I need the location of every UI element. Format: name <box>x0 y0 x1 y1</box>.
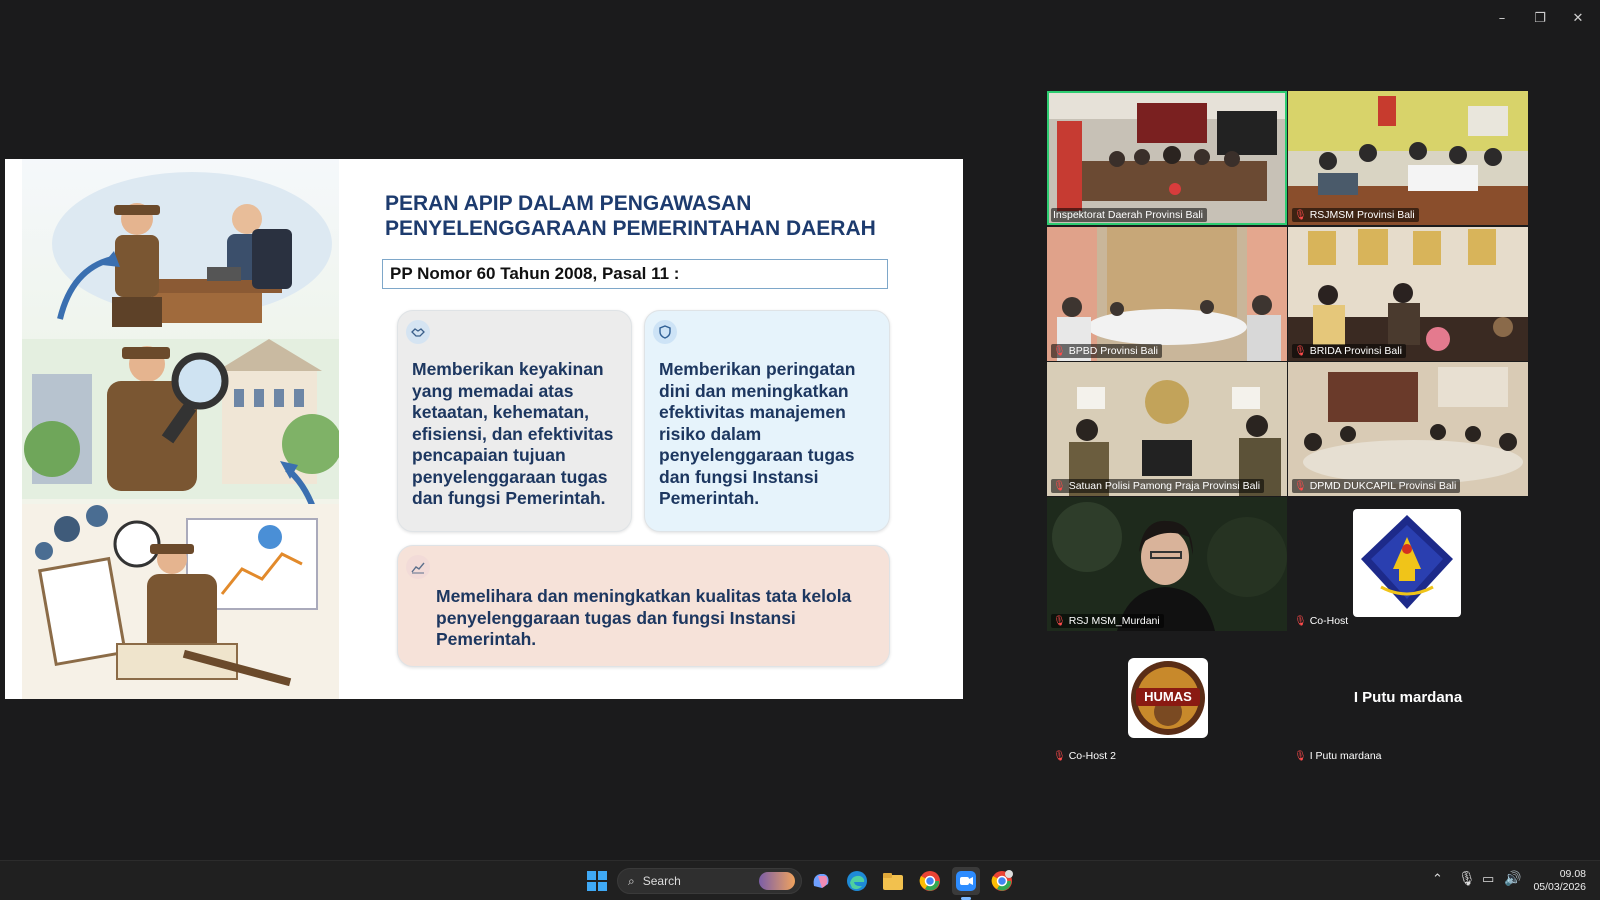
video-tile[interactable]: Inspektorat Daerah Provinsi Bali <box>1047 91 1287 225</box>
zoom-app-icon[interactable] <box>952 867 980 895</box>
video-tile[interactable]: 🎙 BPBD Provinsi Bali <box>1047 227 1287 361</box>
shield-icon <box>653 320 677 344</box>
video-tile[interactable]: 🎙 Co-Host <box>1288 497 1528 631</box>
bali-province-logo <box>1353 509 1461 617</box>
volume-icon[interactable]: 🔊 <box>1504 871 1521 887</box>
video-tile[interactable]: 🎙 RSJMSM Provinsi Bali <box>1288 91 1528 225</box>
taskbar-search[interactable]: ⌕ Search <box>617 868 802 894</box>
taskbar: ⌕ Search ⌃ 🎙 ▭ 🔊 09.08 05/03/2026 <box>0 860 1600 900</box>
mic-muted-icon: 🎙 <box>1294 345 1307 357</box>
participant-name: 🎙 I Putu mardana <box>1294 750 1382 762</box>
slide-subtitle: PP Nomor 60 Tahun 2008, Pasal 11 : <box>382 259 888 289</box>
mic-muted-icon: 🎙 <box>1053 345 1066 357</box>
shared-screen-slide: PERAN APIP DALAM PENGAWASAN PENYELENGGAR… <box>5 159 963 699</box>
search-icon: ⌕ <box>628 873 635 888</box>
clock-date: 05/03/2026 <box>1533 881 1586 893</box>
window-controls: – ❐ ✕ <box>1490 8 1590 28</box>
microphone-icon[interactable]: 🎙 <box>1458 871 1476 887</box>
mic-muted-icon: 🎙 <box>1294 480 1307 492</box>
chrome-profile-icon[interactable] <box>988 867 1016 895</box>
search-highlight-icon <box>759 872 795 890</box>
participant-name: 🎙 Co-Host <box>1294 615 1349 627</box>
mic-muted-icon: 🎙 <box>1294 209 1307 221</box>
chart-line-icon <box>406 555 430 579</box>
video-tile[interactable]: 🎙 Satuan Polisi Pamong Praja Provinsi Bal… <box>1047 362 1287 496</box>
participant-name: 🎙 RSJ MSM_Murdani <box>1051 614 1164 628</box>
humas-logo: HUMAS <box>1128 658 1208 738</box>
chrome-icon[interactable] <box>916 867 944 895</box>
mic-muted-icon: 🎙 <box>1294 615 1307 627</box>
slide-illustration <box>22 159 342 699</box>
clock-time: 09.08 <box>1559 868 1586 880</box>
card-text: Memelihara dan meningkatkan kualitas tat… <box>436 586 852 649</box>
minimize-icon[interactable]: – <box>1490 8 1514 28</box>
video-tile[interactable]: 🎙 BRIDA Provinsi Bali <box>1288 227 1528 361</box>
start-windows-icon[interactable] <box>583 867 611 895</box>
card-text: Memberikan keyakinan yang memadai atas k… <box>412 359 614 508</box>
slide-title: PERAN APIP DALAM PENGAWASAN PENYELENGGAR… <box>385 192 876 240</box>
clock[interactable]: 09.08 05/03/2026 <box>1533 868 1586 894</box>
mic-muted-icon: 🎙 <box>1053 750 1066 762</box>
video-tile[interactable]: HUMAS 🎙 Co-Host 2 <box>1047 632 1287 766</box>
search-placeholder: Search <box>642 874 681 888</box>
participant-name: 🎙 RSJMSM Provinsi Bali <box>1292 208 1419 222</box>
participant-name: 🎙 BPBD Provinsi Bali <box>1051 344 1162 358</box>
participant-name: 🎙 DPMD DUKCAPIL Provinsi Bali <box>1292 479 1461 493</box>
mic-muted-icon: 🎙 <box>1053 480 1066 492</box>
mic-muted-icon: 🎙 <box>1053 615 1066 627</box>
participant-name: Inspektorat Daerah Provinsi Bali <box>1051 208 1207 222</box>
humas-logo-text: HUMAS <box>1144 689 1192 704</box>
video-tile[interactable]: 🎙 DPMD DUKCAPIL Provinsi Bali <box>1288 362 1528 496</box>
card-peringatan: Memberikan peringatan dini dan meningkat… <box>644 310 890 532</box>
handshake-icon <box>406 320 430 344</box>
video-tile[interactable]: 🎙 RSJ MSM_Murdani <box>1047 497 1287 631</box>
edge-browser-icon[interactable] <box>843 867 871 895</box>
copilot-icon[interactable] <box>807 867 835 895</box>
participant-name: 🎙 Co-Host 2 <box>1053 750 1116 762</box>
video-tile[interactable]: I Putu mardana 🎙 I Putu mardana <box>1288 632 1528 766</box>
network-icon[interactable]: ▭ <box>1482 872 1494 887</box>
close-icon[interactable]: ✕ <box>1566 8 1590 28</box>
participant-display-name: I Putu mardana <box>1353 689 1463 706</box>
participant-name: 🎙 Satuan Polisi Pamong Praja Provinsi Bal… <box>1051 479 1265 493</box>
chevron-up-icon[interactable]: ⌃ <box>1432 872 1443 887</box>
card-memelihara: Memelihara dan meningkatkan kualitas tat… <box>397 545 890 667</box>
card-keyakinan: Memberikan keyakinan yang memadai atas k… <box>397 310 632 532</box>
mic-muted-icon: 🎙 <box>1294 750 1307 762</box>
file-explorer-icon[interactable] <box>879 867 907 895</box>
participant-name: 🎙 BRIDA Provinsi Bali <box>1292 344 1406 358</box>
card-text: Memberikan peringatan dini dan meningkat… <box>659 359 856 508</box>
restore-icon[interactable]: ❐ <box>1528 8 1552 28</box>
